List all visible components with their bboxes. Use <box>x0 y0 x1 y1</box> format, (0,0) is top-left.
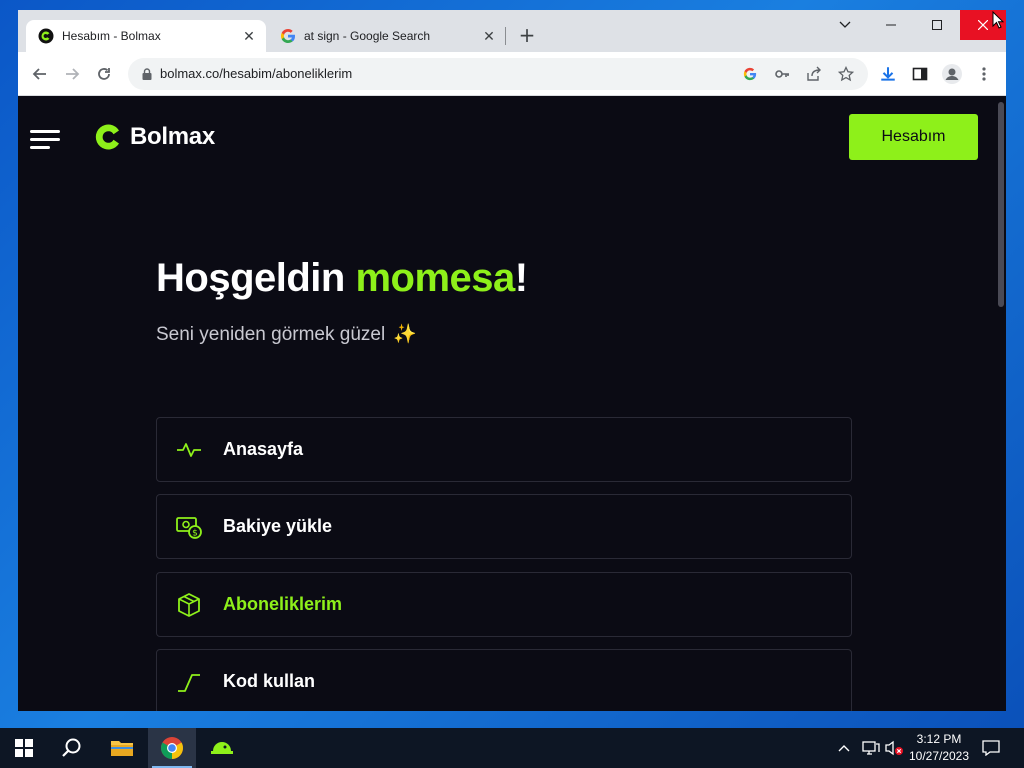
file-explorer-button[interactable] <box>98 728 146 768</box>
tab-strip: Hesabım - Bolmax ✕ at sign - Google Sear… <box>18 10 1006 52</box>
bolmax-logo-icon <box>95 124 119 150</box>
back-button[interactable] <box>28 62 52 86</box>
chevron-up-icon <box>838 745 850 752</box>
google-favicon-icon <box>281 29 295 43</box>
welcome-suffix: ! <box>514 256 528 300</box>
tab-bolmax[interactable]: Hesabım - Bolmax ✕ <box>26 20 266 52</box>
network-icon <box>862 741 880 755</box>
password-key-button[interactable] <box>772 64 792 84</box>
sparkles-icon: ✨ <box>393 324 417 345</box>
lock-icon[interactable] <box>140 67 154 81</box>
chevron-down-icon <box>839 21 851 28</box>
google-g-icon <box>743 67 757 81</box>
kebab-menu-icon <box>982 67 986 81</box>
browser-window: Hesabım - Bolmax ✕ at sign - Google Sear… <box>18 10 1006 711</box>
hamburger-line <box>30 146 50 149</box>
menu-item-label: Aboneliklerim <box>223 594 343 614</box>
forward-arrow-icon <box>66 68 80 80</box>
menu-item-aboneliklerim[interactable]: Aboneliklerim <box>156 572 852 637</box>
download-icon <box>881 67 895 81</box>
notifications-button[interactable] <box>982 728 1002 768</box>
start-button[interactable] <box>0 728 48 768</box>
bolmax-app-icon <box>211 742 233 754</box>
welcome-subtitle: Seni yeniden görmek güzel ✨ <box>156 322 417 346</box>
google-lens-button[interactable] <box>740 64 760 84</box>
volume-button[interactable] <box>884 728 906 768</box>
browser-toolbar: bolmax.co/hesabim/aboneliklerim <box>18 52 1006 96</box>
share-icon <box>807 66 821 81</box>
browser-menu-button[interactable] <box>972 62 996 86</box>
username: momesa <box>355 256 515 300</box>
tab-title: Hesabım - Bolmax <box>62 29 161 43</box>
reload-icon <box>98 68 110 80</box>
menu-item-anasayfa[interactable]: Anasayfa <box>156 417 852 482</box>
minimize-icon <box>886 24 896 26</box>
svg-text:$: $ <box>192 528 198 538</box>
menu-item-label: Bakiye yükle <box>223 516 333 536</box>
hamburger-line <box>30 130 60 133</box>
welcome-prefix: Hoşgeldin <box>156 256 356 300</box>
downloads-button[interactable] <box>876 62 900 86</box>
windows-logo-icon <box>15 739 33 757</box>
chrome-icon <box>161 737 183 759</box>
chrome-taskbar-button[interactable] <box>148 728 196 768</box>
clock-time: 3:12 PM <box>916 732 962 746</box>
search-icon <box>62 738 81 757</box>
hamburger-line <box>30 138 60 141</box>
maximize-icon <box>932 20 942 30</box>
tray-overflow-button[interactable] <box>838 728 856 768</box>
reload-button[interactable] <box>92 62 116 86</box>
hamburger-menu-button[interactable] <box>30 130 60 150</box>
brand-logo[interactable]: Bolmax <box>94 122 215 152</box>
profile-button[interactable] <box>940 62 964 86</box>
menu-item-kod-kullan[interactable]: Kod kullan <box>156 649 852 711</box>
tab-close-icon[interactable]: ✕ <box>240 27 258 45</box>
url-text[interactable]: bolmax.co/hesabim/aboneliklerim <box>160 66 352 81</box>
share-button[interactable] <box>804 64 824 84</box>
app-taskbar-button[interactable] <box>198 728 246 768</box>
back-arrow-icon <box>32 68 46 80</box>
menu-item-label: Kod kullan <box>223 671 316 691</box>
menu-item-label: Anasayfa <box>223 439 304 459</box>
side-panel-button[interactable] <box>908 62 932 86</box>
tab-title: at sign - Google Search <box>304 29 431 43</box>
bookmark-button[interactable] <box>836 64 856 84</box>
side-panel-icon <box>912 67 928 81</box>
tab-google-search[interactable]: at sign - Google Search ✕ <box>268 20 506 52</box>
clock-date: 10/27/2023 <box>908 749 970 763</box>
forward-button[interactable] <box>60 62 84 86</box>
mouse-cursor-icon <box>992 11 1004 29</box>
new-tab-button[interactable]: + <box>516 24 538 46</box>
taskbar: 3:12 PM 10/27/2023 <box>0 728 1024 768</box>
network-button[interactable] <box>862 728 882 768</box>
page-content: Bolmax Hesabım Hoşgeldin momesa! Seni ye… <box>18 96 1006 711</box>
tab-close-icon[interactable]: ✕ <box>480 27 498 45</box>
brand-name: Bolmax <box>130 123 215 150</box>
system-clock[interactable]: 3:12 PM 10/27/2023 <box>904 731 974 765</box>
activity-icon <box>177 442 201 457</box>
tab-separator <box>505 27 506 45</box>
star-icon <box>838 66 854 82</box>
notification-icon <box>982 740 1000 756</box>
welcome-heading: Hoşgeldin momesa! <box>156 256 528 301</box>
tab-search-button[interactable] <box>822 10 868 40</box>
close-icon <box>978 20 988 30</box>
folder-icon <box>111 741 133 756</box>
menu-item-bakiye-yukle[interactable]: $ Bakiye yükle <box>156 494 852 559</box>
page-scrollbar[interactable] <box>998 102 1004 307</box>
minimize-button[interactable] <box>868 10 914 40</box>
account-button[interactable]: Hesabım <box>849 114 978 160</box>
key-icon <box>775 70 789 78</box>
profile-avatar-icon <box>942 64 962 84</box>
money-icon: $ <box>176 516 202 539</box>
bolmax-favicon-icon <box>38 28 54 44</box>
subtitle-text: Seni yeniden görmek güzel <box>156 324 386 345</box>
volume-muted-icon <box>885 740 903 756</box>
box-icon <box>178 592 200 617</box>
search-button[interactable] <box>48 728 96 768</box>
address-bar[interactable]: bolmax.co/hesabim/aboneliklerim <box>128 58 868 90</box>
maximize-button[interactable] <box>914 10 960 40</box>
step-icon <box>178 673 200 692</box>
